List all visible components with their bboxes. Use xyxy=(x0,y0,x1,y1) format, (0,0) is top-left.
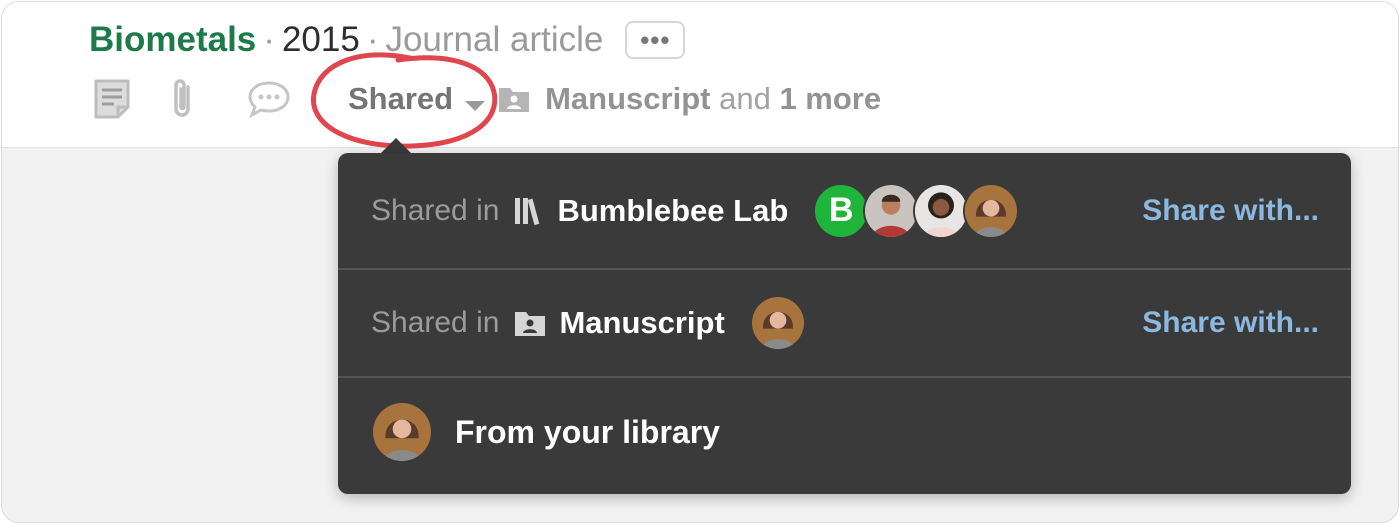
folder-person-icon xyxy=(497,84,531,114)
group-name: Bumblebee Lab xyxy=(557,192,789,228)
attachment-icon[interactable] xyxy=(168,77,198,121)
library-row[interactable]: From your library xyxy=(338,378,1351,486)
library-label: From your library xyxy=(455,413,720,450)
comment-icon[interactable] xyxy=(246,79,292,119)
document-header: Biometals · 2015 · Journal article ••• S… xyxy=(2,2,1398,148)
sharing-popover: Shared in Bumblebee Lab B Share with... … xyxy=(338,153,1351,494)
document-type: Journal article xyxy=(385,20,604,59)
share-with-link[interactable]: Share with... xyxy=(1142,194,1319,228)
shared-folder-row[interactable]: Shared in Manuscript Share with... xyxy=(338,270,1351,378)
more-folders: 1 more xyxy=(779,81,882,116)
shared-group-row[interactable]: Shared in Bumblebee Lab B Share with... xyxy=(338,153,1351,270)
publication-year: 2015 xyxy=(281,20,360,59)
separator: · xyxy=(263,20,275,59)
journal-name[interactable]: Biometals xyxy=(89,20,256,60)
avatar xyxy=(963,182,1020,239)
and-text: and xyxy=(719,81,771,116)
document-card: Biometals · 2015 · Journal article ••• S… xyxy=(1,1,1399,523)
folder-name: Manuscript xyxy=(559,305,725,340)
shared-in-label: Shared in xyxy=(371,193,500,227)
folder-members xyxy=(749,295,806,351)
avatar xyxy=(371,401,433,463)
popover-pointer xyxy=(380,138,412,154)
notes-icon[interactable] xyxy=(90,77,134,121)
shared-folders[interactable]: Manuscript and 1 more xyxy=(545,81,881,117)
shared-label: Shared xyxy=(348,81,454,116)
library-icon xyxy=(513,196,545,226)
more-options-button[interactable]: ••• xyxy=(625,21,686,59)
share-with-link[interactable]: Share with... xyxy=(1142,306,1319,340)
shared-dropdown[interactable]: Shared xyxy=(348,81,486,117)
group-members: B xyxy=(813,182,1020,239)
avatar xyxy=(863,182,920,239)
folder-name: Manuscript xyxy=(545,81,711,116)
shared-in-label: Shared in xyxy=(371,306,500,339)
group-avatar: B xyxy=(813,182,870,239)
document-actions: Shared Manuscript and 1 more xyxy=(90,76,881,122)
citation-line: Biometals · 2015 · Journal article ••• xyxy=(89,16,686,64)
avatar xyxy=(749,295,806,351)
avatar xyxy=(913,182,970,239)
folder-person-icon xyxy=(513,308,547,338)
chevron-down-icon xyxy=(465,101,486,111)
separator: · xyxy=(366,20,379,59)
